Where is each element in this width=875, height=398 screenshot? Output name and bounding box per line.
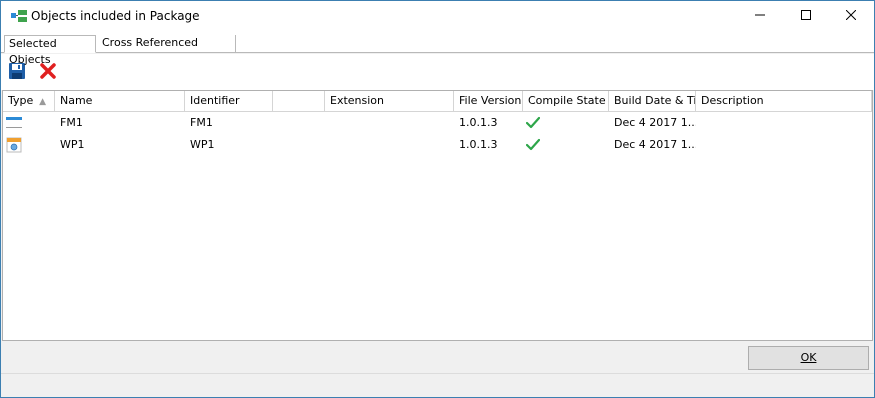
toolbar — [1, 54, 874, 90]
ok-button-label: OK — [800, 351, 817, 364]
name-cell: FM1 — [60, 116, 83, 129]
column-header-description[interactable]: Description — [696, 91, 872, 111]
grid-header: Type ▲ Name Identifier Extension File Ve… — [3, 91, 872, 112]
table-row[interactable]: FM1 FM1 1.0.1.3 Dec 4 2017 1... — [3, 112, 872, 134]
minimize-icon — [755, 10, 765, 23]
tab-selected-objects[interactable]: Selected Objects — [4, 35, 96, 66]
type-cell — [3, 134, 55, 156]
save-icon — [8, 63, 26, 83]
extension-cell — [325, 134, 454, 156]
objects-grid[interactable]: Type ▲ Name Identifier Extension File Ve… — [2, 90, 873, 341]
check-icon — [525, 138, 541, 152]
file-version-cell: 1.0.1.3 — [459, 116, 498, 129]
ok-button[interactable]: OK — [748, 346, 869, 370]
compile-state-cell — [523, 112, 609, 134]
window-title: Objects included in Package — [31, 9, 200, 23]
column-header-identifier[interactable]: Identifier — [185, 91, 273, 111]
delete-icon — [39, 63, 57, 83]
description-cell — [696, 112, 872, 134]
column-header-name[interactable]: Name — [55, 91, 185, 111]
close-button[interactable] — [828, 1, 874, 31]
close-icon — [845, 9, 857, 23]
tab-cross-referenced-objects[interactable]: Cross Referenced Objects — [98, 35, 236, 65]
file-version-cell: 1.0.1.3 — [459, 138, 498, 151]
column-header-type[interactable]: Type ▲ — [3, 91, 55, 111]
compile-state-cell — [523, 134, 609, 156]
description-cell — [696, 134, 872, 156]
tab-strip: Selected Objects Cross Referenced Object… — [1, 31, 874, 66]
dialog-footer: OK — [1, 341, 874, 397]
column-header-extension[interactable]: Extension — [325, 91, 454, 111]
identifier-cell: WP1 — [190, 138, 215, 151]
build-date-cell: Dec 4 2017 1... — [614, 116, 696, 129]
identifier-cell: FM1 — [190, 116, 213, 129]
name-cell: WP1 — [60, 138, 85, 151]
package-objects-dialog: Objects included in Package Selected Obj… — [0, 0, 875, 398]
table-row[interactable]: WP1 WP1 1.0.1.3 Dec 4 2017 1... — [3, 134, 872, 156]
column-header-build-date[interactable]: Build Date & Ti... — [609, 91, 696, 111]
build-date-cell: Dec 4 2017 1... — [614, 138, 696, 151]
extension-cell — [325, 112, 454, 134]
column-header-compile-state[interactable]: Compile State — [523, 91, 609, 111]
type-cell — [3, 112, 55, 134]
tab-label: Selected Objects — [9, 37, 57, 66]
sort-arrow-icon: ▲ — [39, 97, 46, 107]
check-icon — [525, 116, 541, 130]
maximize-icon — [801, 9, 811, 23]
minimize-button[interactable] — [737, 1, 783, 31]
maximize-button[interactable] — [783, 1, 829, 31]
title-bar: Objects included in Package — [1, 1, 874, 31]
column-header-file-version[interactable]: File Version — [454, 91, 523, 111]
status-divider — [1, 373, 874, 374]
web-page-icon — [6, 137, 22, 153]
package-icon — [11, 10, 27, 22]
form-module-icon — [6, 115, 22, 131]
column-header-blank[interactable] — [273, 91, 325, 111]
